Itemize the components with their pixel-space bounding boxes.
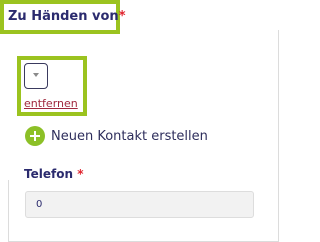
field-title-text: Zu Händen von bbox=[8, 9, 119, 24]
phone-input[interactable] bbox=[25, 191, 254, 218]
remove-link[interactable]: entfernen bbox=[24, 97, 78, 110]
contact-select[interactable] bbox=[24, 63, 48, 89]
field-title: Zu Händen von* bbox=[8, 9, 126, 25]
chevron-down-icon bbox=[33, 73, 39, 77]
panel-border-left bbox=[8, 180, 9, 242]
phone-required-mark: * bbox=[77, 167, 84, 181]
new-contact-label: Neuen Kontakt erstellen bbox=[51, 128, 208, 144]
required-mark: * bbox=[118, 9, 126, 24]
contact-form-panel: Zu Händen von* entfernen Neuen Kontakt e… bbox=[0, 0, 279, 242]
phone-label: Telefon * bbox=[24, 167, 83, 181]
new-contact-button[interactable]: Neuen Kontakt erstellen bbox=[25, 126, 208, 146]
panel-border-right bbox=[278, 30, 279, 242]
phone-label-text: Telefon bbox=[24, 167, 73, 181]
plus-circle-icon bbox=[25, 126, 45, 146]
